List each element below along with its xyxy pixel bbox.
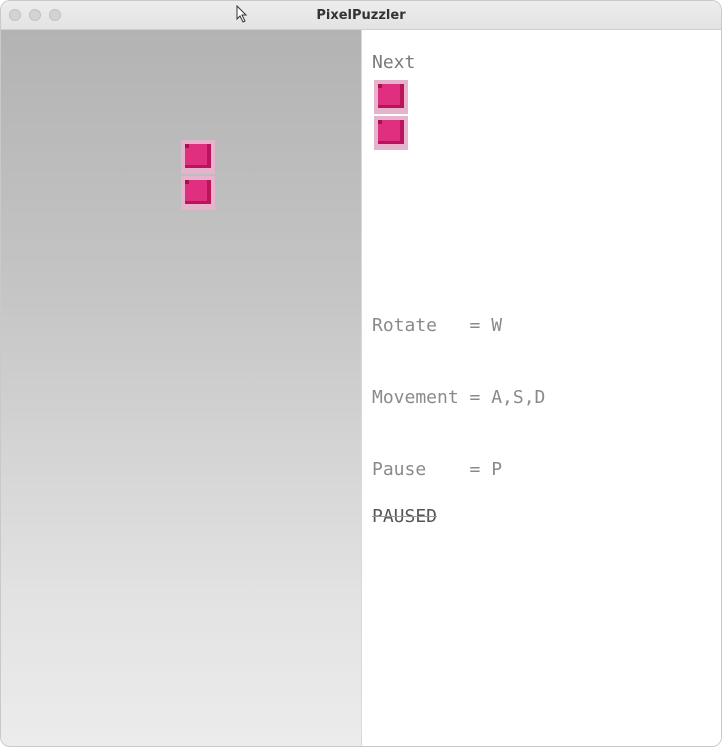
mouse-cursor-icon xyxy=(236,5,248,23)
paused-status: PAUSED xyxy=(372,506,438,527)
rotate-control-text: Rotate = W xyxy=(372,315,503,336)
next-piece-block xyxy=(374,116,408,150)
app-window: PixelPuzzler Next Rotate = W Movement = … xyxy=(0,0,722,747)
falling-piece-block xyxy=(181,140,215,174)
window-title: PixelPuzzler xyxy=(316,8,406,23)
falling-piece-block xyxy=(181,176,215,210)
side-panel: Next Rotate = W Movement = A,S,D Pause =… xyxy=(361,30,721,746)
title-bar: PixelPuzzler xyxy=(1,1,721,30)
controls-help: Rotate = W Movement = A,S,D Pause = P xyxy=(372,266,545,530)
movement-control-text: Movement = A,S,D xyxy=(372,387,546,408)
pause-control-text: Pause = P xyxy=(372,459,503,480)
next-piece-block xyxy=(374,80,408,114)
game-board[interactable] xyxy=(1,30,361,746)
next-label: Next xyxy=(372,52,416,73)
